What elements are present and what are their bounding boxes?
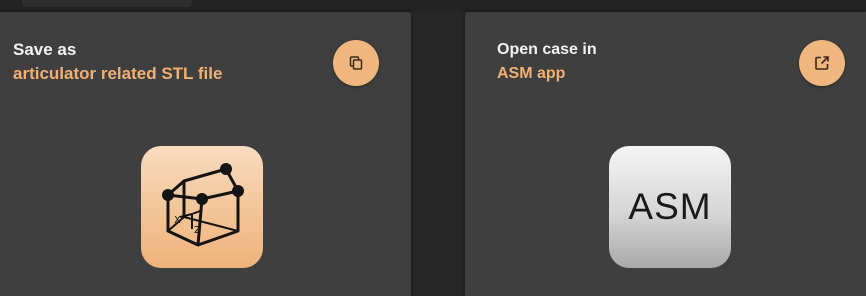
- save-as-stl-card[interactable]: Save as articulator related STL file X Y…: [0, 12, 411, 296]
- stl-app-icon[interactable]: X Y Z: [141, 146, 263, 268]
- copy-button[interactable]: [333, 40, 379, 86]
- top-bar: [0, 0, 866, 12]
- card-title-main: Open case in: [497, 41, 597, 58]
- card-title-accent: articulator related STL file: [13, 64, 223, 83]
- open-external-icon: [814, 55, 830, 71]
- card-title: Open case in ASM app: [497, 38, 597, 86]
- open-in-asm-card[interactable]: Open case in ASM app ASM: [465, 12, 866, 296]
- asm-app-icon[interactable]: ASM: [609, 146, 731, 268]
- asm-app-icon-label: ASM: [628, 186, 712, 227]
- copy-icon: [349, 56, 363, 70]
- card-title: Save as articulator related STL file: [13, 38, 222, 86]
- axis-label-y: Y: [197, 201, 205, 212]
- card-title-main: Save as: [13, 40, 77, 59]
- top-bar-tab: [22, 0, 192, 7]
- open-external-button[interactable]: [799, 40, 845, 86]
- axis-label-x: X: [174, 215, 181, 226]
- axis-label-z: Z: [194, 225, 201, 236]
- card-title-accent: ASM app: [497, 65, 566, 82]
- stl-wireframe-cube-icon: X Y Z: [162, 163, 244, 247]
